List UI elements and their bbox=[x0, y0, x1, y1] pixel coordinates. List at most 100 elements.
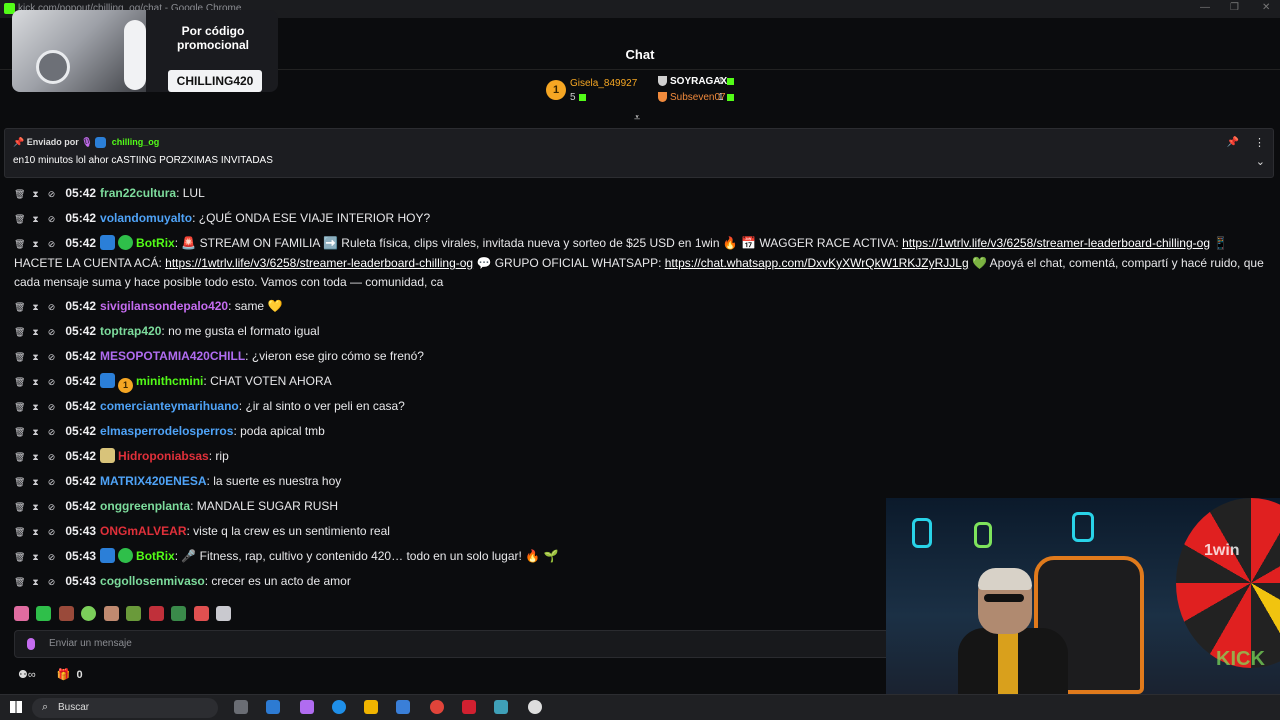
ban-icon[interactable]: ⊘ bbox=[46, 398, 57, 417]
delete-icon[interactable]: 🗑 bbox=[14, 373, 25, 392]
emote-icon[interactable] bbox=[126, 606, 142, 621]
delete-icon[interactable]: 🗑 bbox=[14, 398, 25, 417]
timeout-icon[interactable]: ⧗ bbox=[30, 348, 41, 367]
emote-icon[interactable] bbox=[216, 606, 232, 621]
message-user[interactable]: fran22cultura bbox=[100, 186, 176, 200]
message-user[interactable]: BotRix bbox=[136, 236, 175, 250]
scroll-to-bottom-icon[interactable]: ⩡ bbox=[634, 112, 640, 125]
message-link[interactable]: https://chat.whatsapp.com/DxvKyXWrQkW1RK… bbox=[665, 256, 969, 270]
copilot-icon[interactable] bbox=[300, 700, 314, 714]
file-explorer-icon[interactable] bbox=[364, 700, 378, 714]
points-icon[interactable]: ⚉ bbox=[18, 669, 28, 681]
chevron-down-icon[interactable]: ⌄ bbox=[1256, 155, 1265, 168]
app-teal-icon[interactable] bbox=[494, 700, 508, 714]
emote-icon[interactable] bbox=[36, 606, 52, 621]
timeout-icon[interactable]: ⧗ bbox=[30, 398, 41, 417]
ban-icon[interactable]: ⊘ bbox=[46, 235, 57, 254]
timeout-icon[interactable]: ⧗ bbox=[30, 210, 41, 229]
ban-icon[interactable]: ⊘ bbox=[46, 473, 57, 492]
timeout-icon[interactable]: ⧗ bbox=[30, 298, 41, 317]
message-user[interactable]: MESOPOTAMIA420CHILL bbox=[100, 349, 245, 363]
gift-box-icon[interactable]: 🎁 bbox=[57, 669, 71, 681]
mic-icon[interactable] bbox=[27, 638, 35, 650]
taskbar-search[interactable]: ⌕ Buscar bbox=[32, 698, 218, 718]
message-link[interactable]: https://1wtrlv.life/v3/6258/streamer-lea… bbox=[165, 256, 473, 270]
ban-icon[interactable]: ⊘ bbox=[46, 348, 57, 367]
ban-icon[interactable]: ⊘ bbox=[46, 185, 57, 204]
emote-icon[interactable] bbox=[171, 606, 187, 621]
timeout-icon[interactable]: ⧗ bbox=[30, 235, 41, 254]
ban-icon[interactable]: ⊘ bbox=[46, 448, 57, 467]
emote-icon[interactable] bbox=[81, 606, 97, 621]
maximize-button[interactable]: ❐ bbox=[1230, 2, 1239, 13]
store-icon[interactable] bbox=[266, 700, 280, 714]
message-user[interactable]: ONGmALVEAR bbox=[100, 524, 186, 538]
emote-icon[interactable] bbox=[193, 606, 209, 621]
message-user[interactable]: comercianteymarihuano bbox=[100, 399, 239, 413]
ban-icon[interactable]: ⊘ bbox=[46, 523, 57, 542]
timeout-icon[interactable]: ⧗ bbox=[30, 548, 41, 567]
more-options-icon[interactable]: ⋮ bbox=[1254, 136, 1265, 149]
message-user[interactable]: BotRix bbox=[136, 549, 175, 563]
delete-icon[interactable]: 🗑 bbox=[14, 298, 25, 317]
message-user[interactable]: minithcmini bbox=[136, 374, 203, 388]
timeout-icon[interactable]: ⧗ bbox=[30, 448, 41, 467]
ban-icon[interactable]: ⊘ bbox=[46, 423, 57, 442]
leaderboard-user[interactable]: Gisela_849927 bbox=[570, 78, 637, 89]
ban-icon[interactable]: ⊘ bbox=[46, 323, 57, 342]
pinned-user[interactable]: chilling_og bbox=[112, 137, 160, 147]
timeout-icon[interactable]: ⧗ bbox=[30, 373, 41, 392]
promo-code[interactable]: CHILLING420 bbox=[168, 70, 262, 92]
app-red-icon[interactable] bbox=[462, 700, 476, 714]
timeout-icon[interactable]: ⧗ bbox=[30, 323, 41, 342]
outlook-icon[interactable] bbox=[396, 700, 410, 714]
promo-banner[interactable]: Por código promocional CHILLING420 bbox=[12, 10, 278, 92]
ban-icon[interactable]: ⊘ bbox=[46, 573, 57, 592]
delete-icon[interactable]: 🗑 bbox=[14, 548, 25, 567]
timeout-icon[interactable]: ⧗ bbox=[30, 523, 41, 542]
timeout-icon[interactable]: ⧗ bbox=[30, 573, 41, 592]
delete-icon[interactable]: 🗑 bbox=[14, 423, 25, 442]
minimize-button[interactable]: — bbox=[1200, 2, 1210, 13]
message-user[interactable]: toptrap420 bbox=[100, 324, 161, 338]
edge-icon[interactable] bbox=[332, 700, 346, 714]
timeout-icon[interactable]: ⧗ bbox=[30, 185, 41, 204]
emote-icon[interactable] bbox=[58, 606, 74, 621]
message-user[interactable]: Hidroponiabsas bbox=[118, 449, 209, 463]
unpin-icon[interactable]: 📌 bbox=[1227, 137, 1239, 148]
emote-icon[interactable] bbox=[103, 606, 119, 621]
message-user[interactable]: MATRIX420ENESA bbox=[100, 474, 206, 488]
delete-icon[interactable]: 🗑 bbox=[14, 185, 25, 204]
timeout-icon[interactable]: ⧗ bbox=[30, 473, 41, 492]
message-user[interactable]: volandomuyalto bbox=[100, 211, 192, 225]
delete-icon[interactable]: 🗑 bbox=[14, 573, 25, 592]
timeout-icon[interactable]: ⧗ bbox=[30, 423, 41, 442]
emote-icon[interactable] bbox=[14, 606, 29, 621]
chrome-icon[interactable] bbox=[430, 700, 444, 714]
delete-icon[interactable]: 🗑 bbox=[14, 498, 25, 517]
ban-icon[interactable]: ⊘ bbox=[46, 373, 57, 392]
emote-icon[interactable] bbox=[148, 606, 164, 621]
delete-icon[interactable]: 🗑 bbox=[14, 323, 25, 342]
delete-icon[interactable]: 🗑 bbox=[14, 473, 25, 492]
message-link[interactable]: https://1wtrlv.life/v3/6258/streamer-lea… bbox=[902, 236, 1210, 250]
ban-icon[interactable]: ⊘ bbox=[46, 498, 57, 517]
windows-start-icon[interactable] bbox=[10, 701, 22, 713]
delete-icon[interactable]: 🗑 bbox=[14, 235, 25, 254]
message-user[interactable]: onggreenplanta bbox=[100, 499, 190, 513]
delete-icon[interactable]: 🗑 bbox=[14, 448, 25, 467]
message-user[interactable]: cogollosenmivaso bbox=[100, 574, 205, 588]
task-view-icon[interactable] bbox=[234, 700, 248, 714]
ban-icon[interactable]: ⊘ bbox=[46, 298, 57, 317]
ban-icon[interactable]: ⊘ bbox=[46, 210, 57, 229]
timeout-icon[interactable]: ⧗ bbox=[30, 498, 41, 517]
delete-icon[interactable]: 🗑 bbox=[14, 523, 25, 542]
message-time: 05:42 bbox=[65, 349, 97, 363]
message-user[interactable]: elmasperrodelosperros bbox=[100, 424, 233, 438]
message-user[interactable]: sivigilansondepalo420 bbox=[100, 299, 228, 313]
delete-icon[interactable]: 🗑 bbox=[14, 210, 25, 229]
ban-icon[interactable]: ⊘ bbox=[46, 548, 57, 567]
close-button[interactable]: ✕ bbox=[1262, 2, 1270, 13]
delete-icon[interactable]: 🗑 bbox=[14, 348, 25, 367]
obs-icon[interactable] bbox=[528, 700, 542, 714]
